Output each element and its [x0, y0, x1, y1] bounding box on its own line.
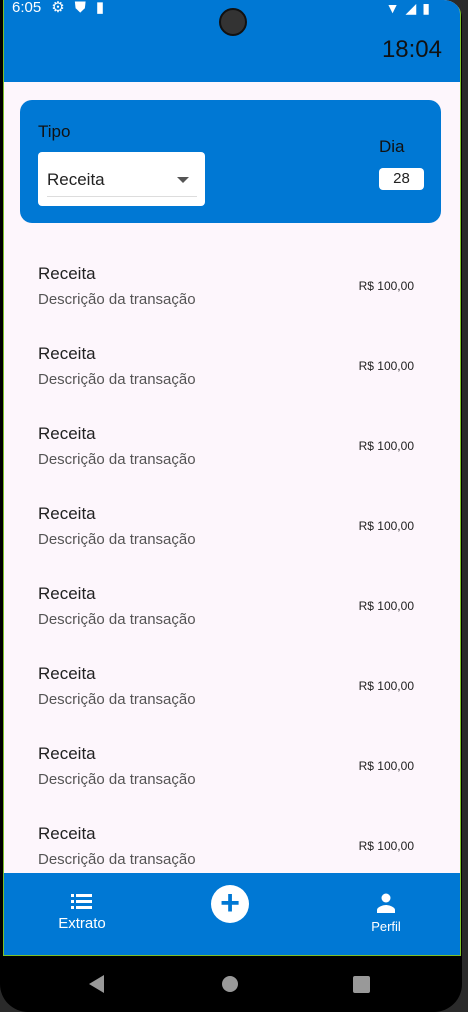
- list-item[interactable]: Receita Descrição da transação R$ 100,00: [4, 658, 460, 738]
- item-value: R$ 100,00: [358, 679, 414, 693]
- home-icon[interactable]: [222, 976, 238, 992]
- settings-icon: ⚙: [51, 0, 65, 16]
- nav-extrato[interactable]: Extrato: [52, 893, 112, 932]
- list-item[interactable]: Receita Descrição da transação R$ 100,00: [4, 338, 460, 418]
- add-transaction-button[interactable]: +: [211, 885, 249, 923]
- list-item[interactable]: Receita Descrição da transação R$ 100,00: [4, 738, 460, 818]
- item-title: Receita: [38, 584, 96, 603]
- bottom-nav: Extrato + Perfil: [4, 873, 460, 955]
- nav-extrato-label: Extrato: [58, 915, 106, 932]
- list-icon: [71, 894, 92, 909]
- item-title: Receita: [38, 344, 96, 363]
- list-item[interactable]: Receita Descrição da transação R$ 100,00: [4, 578, 460, 658]
- item-value: R$ 100,00: [358, 599, 414, 613]
- filter-card: Tipo Receita Dia 28: [20, 100, 441, 223]
- item-description: Descrição da transação: [38, 451, 196, 468]
- item-value: R$ 100,00: [358, 279, 414, 293]
- back-icon[interactable]: [89, 975, 104, 993]
- item-description: Descrição da transação: [38, 371, 196, 388]
- person-icon: [377, 893, 395, 913]
- item-value: R$ 100,00: [358, 519, 414, 533]
- item-value: R$ 100,00: [358, 759, 414, 773]
- tipo-label: Tipo: [38, 122, 71, 141]
- item-title: Receita: [38, 504, 96, 523]
- item-value: R$ 100,00: [358, 359, 414, 373]
- nav-perfil[interactable]: Perfil: [356, 893, 416, 934]
- item-value: R$ 100,00: [358, 839, 414, 853]
- system-nav-bar: [0, 965, 462, 1005]
- tipo-value: Receita: [47, 170, 105, 189]
- status-bar: 6:05 ⚙ ⛊ ▮: [12, 0, 104, 16]
- signal-icon: ◢: [405, 0, 417, 16]
- sd-card-icon: ▮: [95, 0, 105, 16]
- camera-cutout: [219, 8, 247, 36]
- transaction-list[interactable]: Receita Descrição da transação R$ 100,00 R…: [4, 258, 460, 898]
- item-title: Receita: [38, 424, 96, 443]
- dia-label: Dia: [379, 137, 405, 156]
- list-item[interactable]: Receita Descrição da transação R$ 100,00: [4, 258, 460, 338]
- plus-icon: +: [220, 884, 240, 922]
- item-title: Receita: [38, 664, 96, 683]
- wifi-icon: ▼: [385, 0, 400, 16]
- dropdown-arrow-icon: [177, 177, 189, 183]
- list-item[interactable]: Receita Descrição da transação R$ 100,00: [4, 418, 460, 498]
- item-description: Descrição da transação: [38, 851, 196, 868]
- list-item[interactable]: Receita Descrição da transação R$ 100,00: [4, 498, 460, 578]
- shield-icon: ⛊: [74, 0, 86, 16]
- item-title: Receita: [38, 824, 96, 843]
- status-icons: ▼ ◢ ▮: [386, 0, 430, 17]
- app-bar: 6:05 ⚙ ⛊ ▮ ▼ ◢ ▮ 18:04: [4, 0, 460, 82]
- item-description: Descrição da transação: [38, 531, 196, 548]
- item-value: R$ 100,00: [358, 439, 414, 453]
- tipo-dropdown[interactable]: Receita: [38, 152, 205, 206]
- dia-input[interactable]: 28: [379, 168, 424, 190]
- item-description: Descrição da transação: [38, 771, 196, 788]
- item-title: Receita: [38, 264, 96, 283]
- status-time: 6:05: [12, 0, 42, 16]
- dropdown-underline: [47, 196, 197, 197]
- recents-icon[interactable]: [353, 976, 370, 993]
- nav-perfil-label: Perfil: [371, 919, 401, 934]
- item-description: Descrição da transação: [38, 611, 196, 628]
- item-title: Receita: [38, 744, 96, 763]
- phone-frame: 6:05 ⚙ ⛊ ▮ ▼ ◢ ▮ 18:04 Tipo Receita Dia …: [0, 0, 462, 1012]
- item-description: Descrição da transação: [38, 691, 196, 708]
- battery-icon: ▮: [422, 0, 430, 16]
- item-description: Descrição da transação: [38, 291, 196, 308]
- app-screen: 6:05 ⚙ ⛊ ▮ ▼ ◢ ▮ 18:04 Tipo Receita Dia …: [3, 0, 461, 956]
- clock: 18:04: [381, 36, 442, 63]
